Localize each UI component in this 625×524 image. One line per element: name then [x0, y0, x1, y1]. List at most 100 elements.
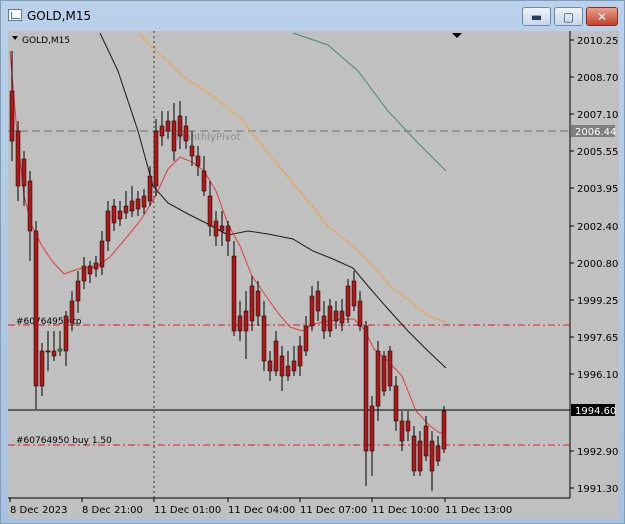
candle-body [309, 295, 315, 327]
time-axis-labels: 8 Dec 2023 8 Dec 21:00 11 Dec 01:00 11 D… [9, 498, 512, 516]
candle-body [183, 125, 189, 142]
price-tick: 1997.65 [577, 333, 618, 344]
candle-body [261, 315, 267, 362]
candle-body [27, 180, 33, 232]
candle-body [39, 350, 45, 387]
buy-order-label: #60764950 buy 1.50 [16, 436, 112, 446]
candle-body [285, 365, 291, 377]
chart-window-icon [8, 9, 22, 21]
candle-body [387, 350, 393, 387]
candle-body [435, 445, 441, 462]
candle-body [351, 280, 357, 307]
candle-body [423, 425, 429, 457]
candle-body [99, 240, 105, 268]
price-tick: 1992.90 [577, 447, 618, 458]
candle-body [135, 198, 141, 210]
candle-body [57, 348, 63, 352]
candle-body [177, 115, 183, 137]
symbol-label: GOLD,M15 [22, 36, 70, 46]
close-button[interactable]: ✕ [586, 7, 618, 26]
candle-body [405, 420, 411, 432]
candle-body [189, 145, 195, 157]
candle-body [9, 90, 15, 142]
price-tick: 1996.10 [577, 370, 618, 381]
candle-body [417, 440, 423, 472]
time-tick: 8 Dec 2023 [10, 505, 68, 516]
time-tick: 11 Dec 10:00 [372, 505, 439, 516]
candle-body [363, 325, 369, 452]
time-tick: 11 Dec 07:00 [300, 505, 367, 516]
candle-body [333, 310, 339, 322]
candle-body [87, 265, 93, 275]
chart-area[interactable]: MonthlyPivot #60764950 tp #60764950 buy … [8, 31, 619, 519]
candle-body [129, 200, 135, 212]
candle-body [93, 262, 99, 270]
candle-body [159, 125, 165, 137]
close-icon: ✕ [596, 10, 608, 24]
candle-body [345, 285, 351, 317]
candle-body [105, 210, 111, 242]
candle-body [267, 360, 273, 372]
minimize-icon: ▬ [530, 10, 543, 24]
candle-body [153, 130, 159, 187]
candle-body [81, 265, 87, 282]
candle-body [249, 285, 255, 322]
candle-body [171, 120, 177, 152]
candle-body [321, 315, 327, 332]
price-tick: 2007.10 [577, 110, 618, 121]
candle-body [411, 435, 417, 472]
candle-body [213, 220, 219, 237]
candle-body [441, 410, 447, 450]
price-tick: 2010.25 [577, 36, 618, 47]
candle-body [117, 210, 123, 220]
candle-body [111, 205, 117, 224]
candle-body [255, 290, 261, 317]
candle-body [393, 385, 399, 422]
candle-body [381, 355, 387, 392]
candle-body [141, 195, 147, 208]
candle-body [75, 280, 81, 302]
maximize-button[interactable]: ▢ [554, 7, 583, 26]
candle-body [231, 255, 237, 332]
chart-window: GOLD,M15 ▬ ▢ ✕ MonthlyPivot #60764950 tp… [0, 0, 625, 524]
candle-body [357, 300, 363, 327]
title-bar[interactable]: GOLD,M15 ▬ ▢ ✕ [1, 1, 624, 31]
minimize-button[interactable]: ▬ [522, 7, 551, 26]
candle-body [375, 350, 381, 407]
candle-body [225, 225, 231, 242]
price-tick: 2008.70 [577, 73, 618, 84]
price-tick: 2002.40 [577, 222, 618, 233]
price-tick: 2003.95 [577, 184, 618, 195]
candle-body [69, 300, 75, 324]
candle-body [291, 360, 297, 372]
time-tick: 11 Dec 13:00 [445, 505, 512, 516]
candle-body [21, 158, 27, 187]
candle-body [297, 345, 303, 367]
time-tick: 8 Dec 21:00 [82, 505, 143, 516]
plot-area[interactable] [8, 31, 570, 498]
candle-body [207, 195, 213, 227]
maximize-icon: ▢ [562, 10, 575, 24]
candle-body [303, 325, 309, 352]
candle-body [219, 225, 225, 232]
price-chart[interactable]: MonthlyPivot #60764950 tp #60764950 buy … [8, 31, 619, 519]
candle-body [51, 350, 57, 357]
time-tick: 11 Dec 01:00 [154, 505, 221, 516]
candle-body [201, 170, 207, 192]
candle-body [63, 315, 69, 352]
candle-body [45, 350, 51, 353]
candle-body [339, 310, 345, 324]
price-tick: 2005.55 [577, 147, 618, 158]
price-tick: 1991.30 [577, 484, 618, 495]
candle-body [147, 175, 153, 202]
candle-body [237, 315, 243, 332]
time-tick: 11 Dec 04:00 [228, 505, 295, 516]
price-tick: 1999.25 [577, 296, 618, 307]
candle-body [429, 440, 435, 472]
price-axis-labels: 2010.25 2008.70 2007.10 2005.55 2003.95 … [570, 36, 618, 495]
candle-body [273, 340, 279, 372]
candle-body [369, 405, 375, 452]
price-tick: 2000.80 [577, 259, 618, 270]
candle-body [399, 420, 405, 442]
pivot-price-text: 2006.44 [575, 127, 616, 138]
